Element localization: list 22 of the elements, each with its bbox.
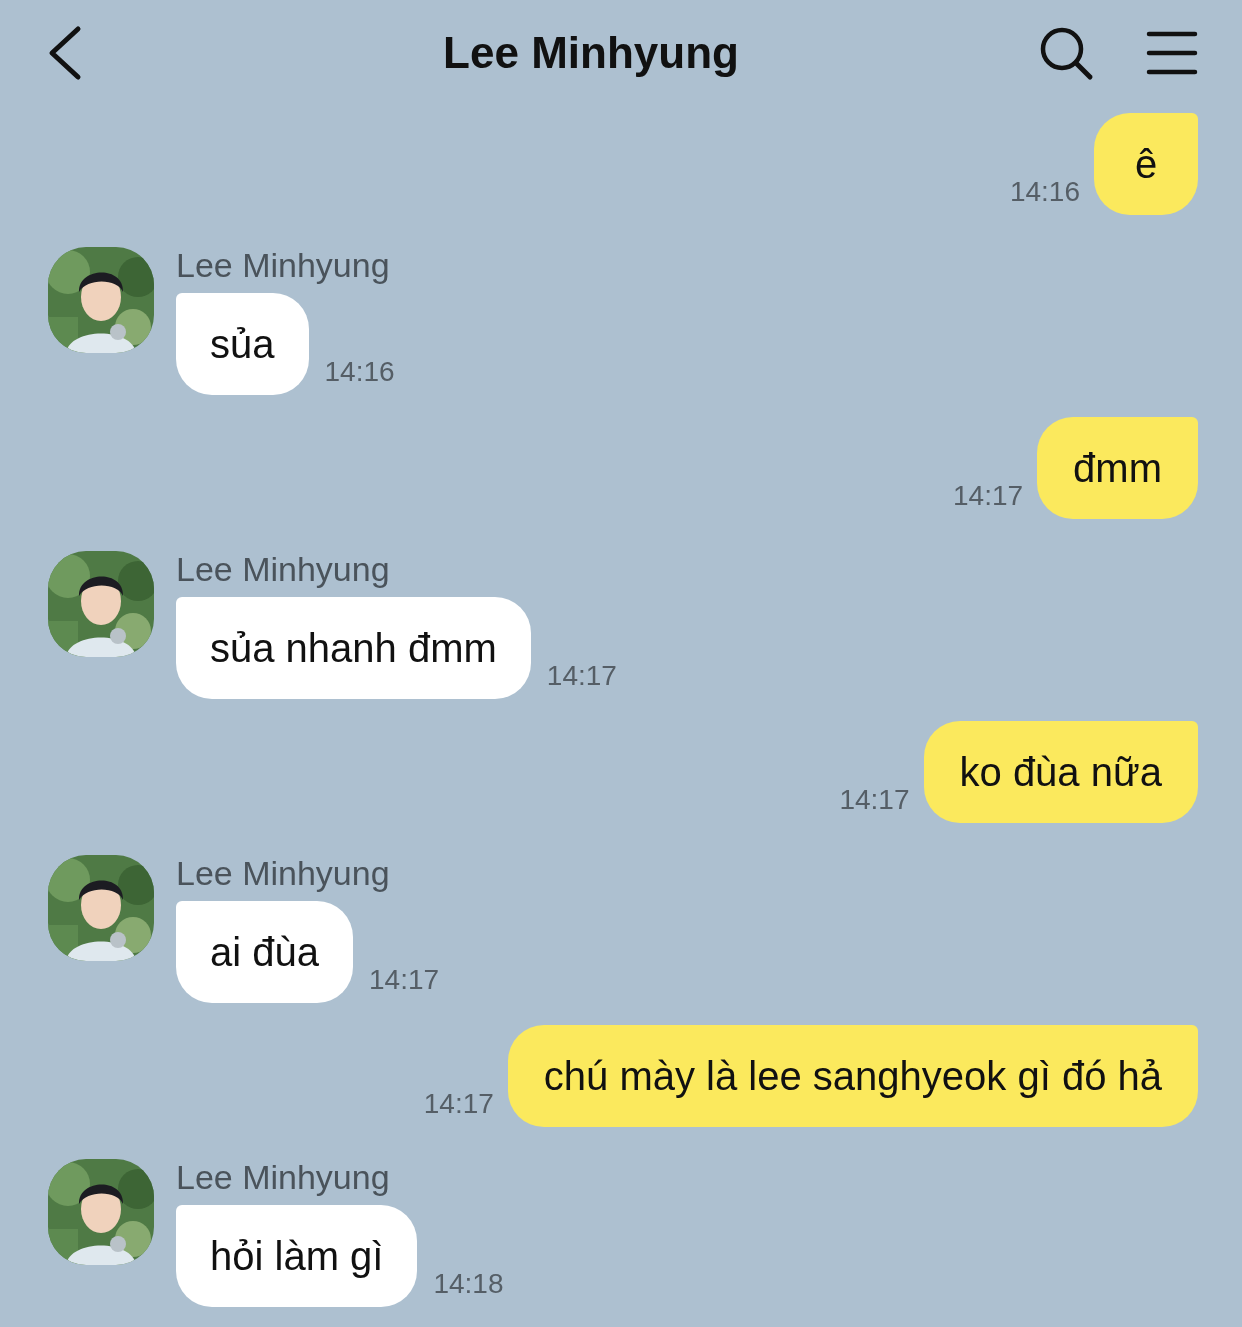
chat-title: Lee Minhyung bbox=[443, 26, 739, 79]
message-time: 14:16 bbox=[324, 355, 395, 389]
message-time: 14:17 bbox=[839, 783, 910, 817]
sent-message-bubble: chú mày là lee sanghyeok gì đó hả bbox=[507, 1025, 1198, 1127]
sender-name: Lee Minhyung bbox=[176, 549, 391, 589]
sender-name: Lee Minhyung bbox=[176, 245, 391, 285]
sent-message-bubble: ko đùa nữa bbox=[923, 721, 1198, 823]
received-message-bubble: ai đùa bbox=[176, 901, 353, 1003]
message-time: 14:17 bbox=[953, 479, 1024, 513]
message-time: 14:17 bbox=[546, 659, 617, 693]
received-message-bubble: sủa nhanh đmm bbox=[176, 597, 531, 699]
menu-icon[interactable] bbox=[1146, 29, 1198, 76]
received-message-bubble: sủa bbox=[176, 293, 309, 395]
received-message-bubble: hỏi làm gì bbox=[176, 1205, 418, 1307]
message-time: 14:17 bbox=[369, 963, 440, 997]
message-time: 14:17 bbox=[423, 1087, 494, 1121]
sender-name: Lee Minhyung bbox=[176, 853, 391, 893]
message-time: 14:16 bbox=[1009, 175, 1080, 209]
sent-message-bubble: ê bbox=[1094, 113, 1198, 215]
message-time: 14:18 bbox=[433, 1267, 504, 1301]
sent-message-bubble: đmm bbox=[1037, 417, 1198, 519]
sender-name: Lee Minhyung bbox=[176, 1157, 391, 1197]
